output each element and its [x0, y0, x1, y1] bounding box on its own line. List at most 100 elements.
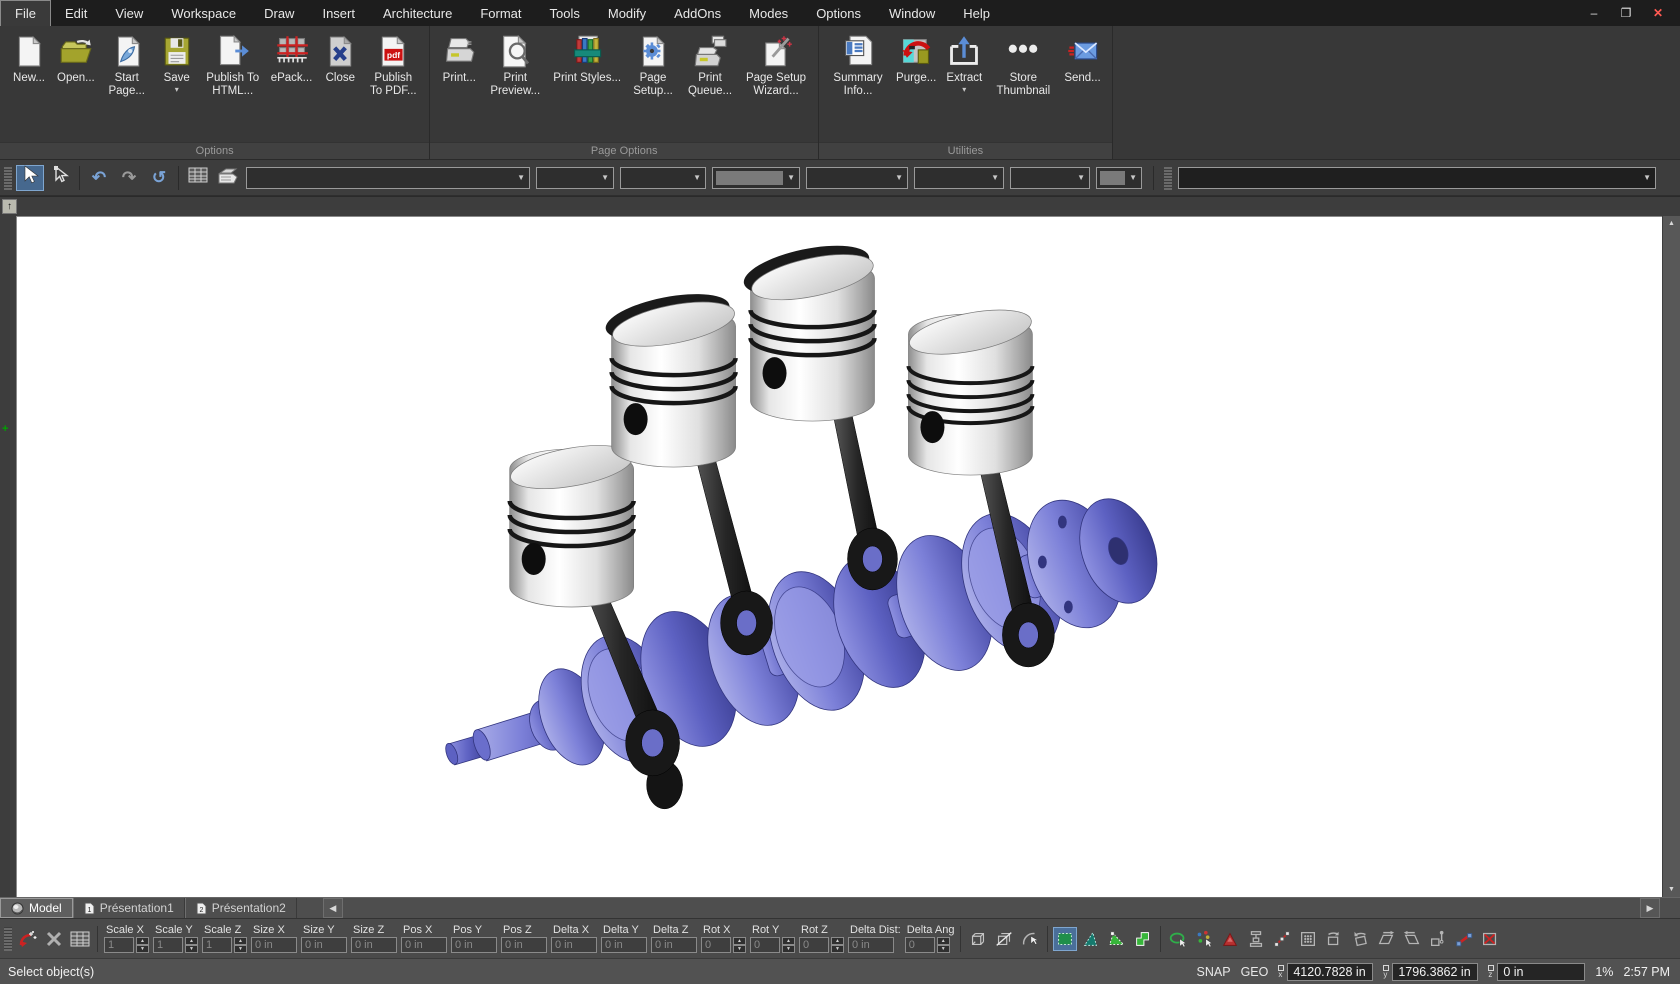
- cube-3d-tool[interactable]: [966, 927, 990, 951]
- drawing-canvas[interactable]: [16, 216, 1662, 897]
- shear-b-tool[interactable]: [1400, 927, 1424, 951]
- undo-button[interactable]: ↶: [85, 165, 113, 191]
- coordinate-x-input[interactable]: 4120.7828 in: [1287, 963, 1373, 981]
- field-input[interactable]: [848, 937, 894, 953]
- menu-addons[interactable]: AddOns: [660, 0, 735, 26]
- tab-scroll-right-button[interactable]: ▶: [1640, 898, 1660, 918]
- viewport-3d-model[interactable]: [17, 217, 1662, 897]
- print-preview-button[interactable]: Print Preview...: [482, 30, 548, 100]
- coordinate-y-input[interactable]: 1796.3862 in: [1392, 963, 1478, 981]
- send-button[interactable]: Send...: [1059, 30, 1105, 87]
- cube-section-tool[interactable]: [992, 927, 1016, 951]
- press-fit-tool[interactable]: [1244, 927, 1268, 951]
- triangle-green-tool[interactable]: [1105, 927, 1129, 951]
- select-tool-button[interactable]: [16, 165, 44, 191]
- selection-table-button[interactable]: [184, 165, 212, 191]
- page-setup-button[interactable]: Page Setup...: [626, 30, 680, 100]
- epack-button[interactable]: ePack...: [266, 30, 318, 87]
- shear-a-tool[interactable]: [1374, 927, 1398, 951]
- rect-select-tool[interactable]: [1053, 927, 1077, 951]
- tab-model[interactable]: Model: [0, 898, 73, 918]
- command-combo[interactable]: ▼: [1178, 167, 1656, 189]
- field-input[interactable]: [301, 937, 347, 953]
- geo-toggle[interactable]: GEO: [1241, 965, 1269, 979]
- combo-7[interactable]: ▼: [1010, 167, 1090, 189]
- spinner[interactable]: ▲▼: [937, 937, 950, 953]
- print-sheet-button[interactable]: [214, 165, 242, 191]
- node-pin-tool[interactable]: [1426, 927, 1450, 951]
- publish-pdf-button[interactable]: pdf Publish To PDF...: [363, 30, 423, 100]
- combo-5[interactable]: ▼: [806, 167, 908, 189]
- menu-file[interactable]: File: [0, 0, 51, 26]
- lasso-loop-tool[interactable]: [1166, 927, 1190, 951]
- snap-toggle[interactable]: SNAP: [1197, 965, 1231, 979]
- field-input[interactable]: [401, 937, 447, 953]
- field-input[interactable]: [601, 937, 647, 953]
- field-input[interactable]: [251, 937, 297, 953]
- field-input[interactable]: [701, 937, 731, 953]
- spinner[interactable]: ▲▼: [782, 937, 795, 953]
- coordinate-z-input[interactable]: 0 in: [1497, 963, 1585, 981]
- combo-2[interactable]: ▼: [536, 167, 614, 189]
- redraw-wand-button[interactable]: [16, 927, 40, 951]
- menu-workspace[interactable]: Workspace: [157, 0, 250, 26]
- menu-draw[interactable]: Draw: [250, 0, 308, 26]
- menu-architecture[interactable]: Architecture: [369, 0, 466, 26]
- rotate-b-tool[interactable]: [1348, 927, 1372, 951]
- page-setup-wizard-button[interactable]: Page Setup Wizard...: [740, 30, 812, 100]
- print-button[interactable]: Print...: [436, 30, 482, 87]
- spinner[interactable]: ▲▼: [733, 937, 746, 953]
- field-input[interactable]: [750, 937, 780, 953]
- polygon-green-tool[interactable]: [1131, 927, 1155, 951]
- cursor-arc-tool[interactable]: [1018, 927, 1042, 951]
- store-thumbnail-button[interactable]: Store Thumbnail: [987, 30, 1059, 100]
- selection-info-button[interactable]: [68, 927, 92, 951]
- field-input[interactable]: [651, 937, 697, 953]
- tab-presentation1[interactable]: 1 Présentation1: [73, 898, 185, 918]
- close-drawing-button[interactable]: Close: [317, 30, 363, 87]
- save-button[interactable]: Save ▾: [154, 30, 200, 95]
- new-button[interactable]: New...: [6, 30, 52, 87]
- combo-4[interactable]: ▼: [712, 167, 800, 189]
- print-queue-button[interactable]: Print Queue...: [680, 30, 740, 100]
- field-input[interactable]: [905, 937, 935, 953]
- style-combo[interactable]: ▼: [246, 167, 530, 189]
- close-button[interactable]: ✕: [1644, 3, 1672, 23]
- red-line-nodes-tool[interactable]: [1452, 927, 1476, 951]
- extract-button[interactable]: Extract ▾: [941, 30, 987, 95]
- combo-3[interactable]: ▼: [620, 167, 706, 189]
- publish-html-button[interactable]: Publish To HTML...: [200, 30, 266, 100]
- delete-red-cross-tool[interactable]: [1478, 927, 1502, 951]
- purge-button[interactable]: Purge...: [891, 30, 941, 87]
- triangle-red-tool[interactable]: [1218, 927, 1242, 951]
- rotate-a-tool[interactable]: [1322, 927, 1346, 951]
- combo-8[interactable]: ▼: [1096, 167, 1142, 189]
- menu-options[interactable]: Options: [802, 0, 875, 26]
- spinner[interactable]: ▲▼: [234, 937, 247, 953]
- field-input[interactable]: [501, 937, 547, 953]
- toolbar-grip[interactable]: [1164, 166, 1172, 190]
- pick-points-tool[interactable]: [1192, 927, 1216, 951]
- node-select-tool-button[interactable]: [46, 165, 74, 191]
- minimize-button[interactable]: –: [1580, 3, 1608, 23]
- vertical-scrollbar[interactable]: ▲ ▼: [1663, 216, 1680, 897]
- deselect-button[interactable]: [42, 927, 66, 951]
- toolbar-grip[interactable]: [4, 927, 12, 951]
- menu-view[interactable]: View: [101, 0, 157, 26]
- start-page-button[interactable]: Start Page...: [100, 30, 154, 100]
- stretch-red-diagonal-tool[interactable]: [1270, 927, 1294, 951]
- menu-modify[interactable]: Modify: [594, 0, 660, 26]
- menu-help[interactable]: Help: [949, 0, 1004, 26]
- field-input[interactable]: [551, 937, 597, 953]
- menu-format[interactable]: Format: [466, 0, 535, 26]
- tab-scroll-left-button[interactable]: ◀: [323, 898, 343, 918]
- combo-6[interactable]: ▼: [914, 167, 1004, 189]
- scroll-up-icon[interactable]: ▲: [1663, 216, 1680, 231]
- print-styles-button[interactable]: Print Styles...: [548, 30, 626, 87]
- canvas-origin-button[interactable]: ↑: [2, 199, 17, 214]
- field-input[interactable]: [202, 937, 232, 953]
- summary-info-button[interactable]: Summary Info...: [825, 30, 891, 100]
- menu-edit[interactable]: Edit: [51, 0, 101, 26]
- menu-insert[interactable]: Insert: [308, 0, 369, 26]
- scroll-down-icon[interactable]: ▼: [1663, 882, 1680, 897]
